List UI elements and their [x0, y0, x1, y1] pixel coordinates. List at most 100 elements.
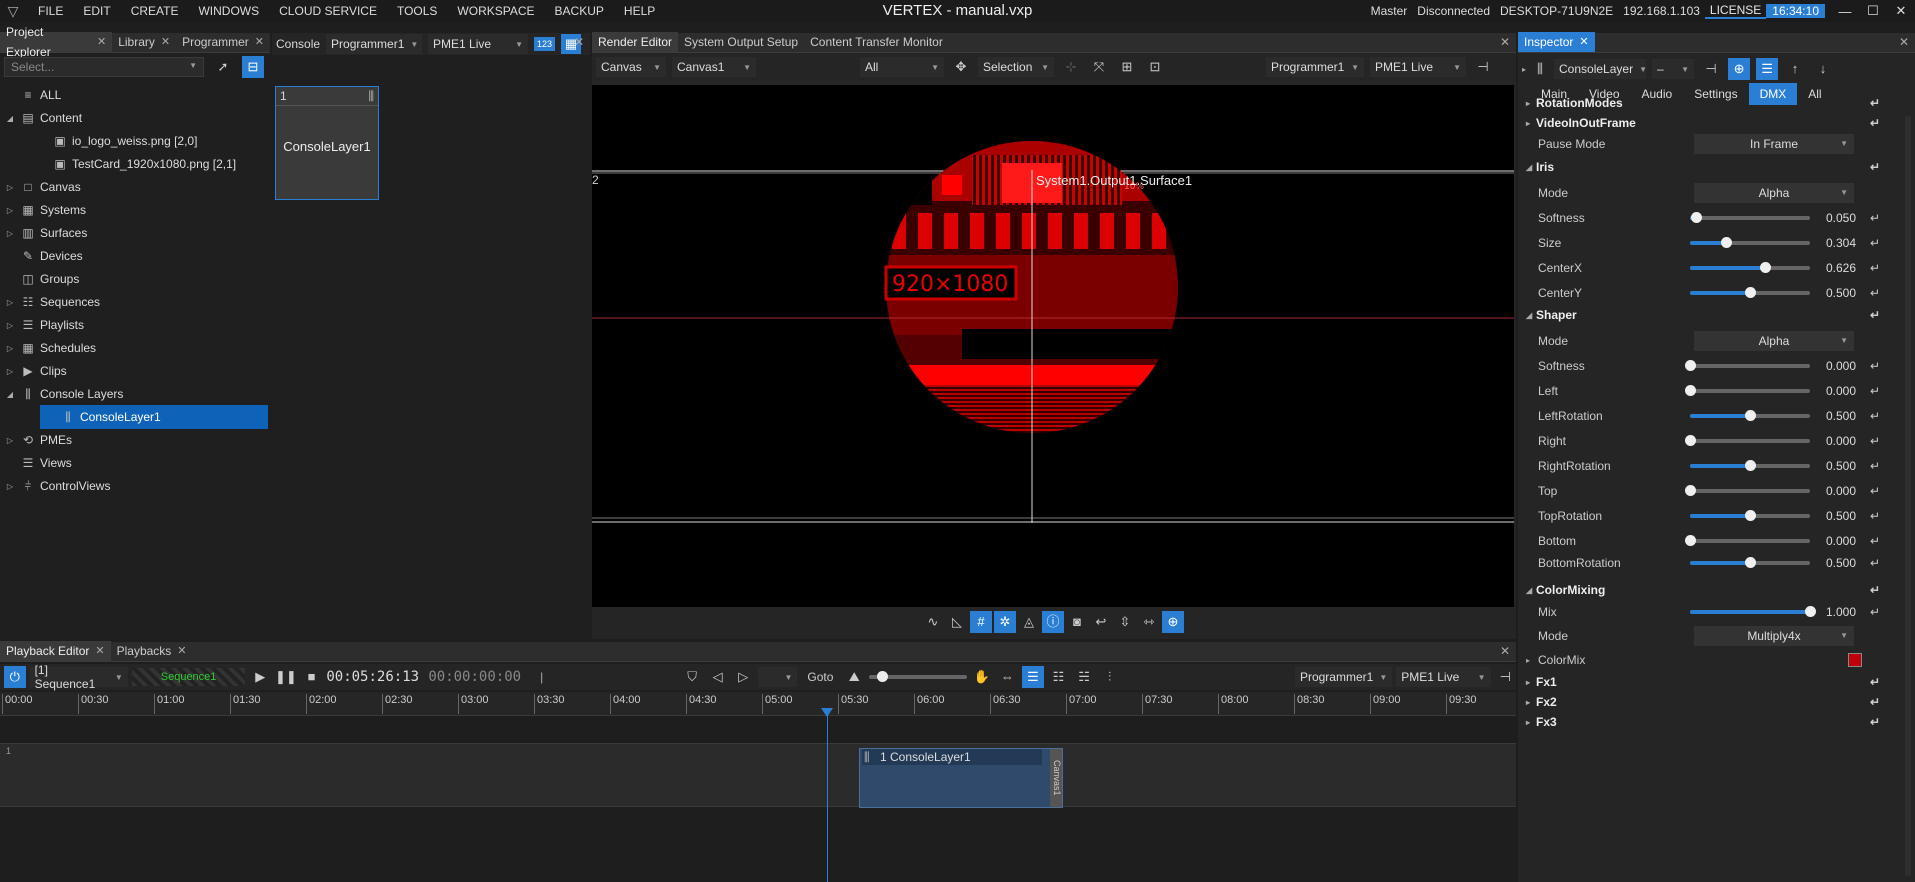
centerx-slider[interactable]	[1690, 262, 1810, 273]
align-icon[interactable]: ⊹	[1060, 56, 1082, 78]
chevron-right-icon[interactable]: ▸	[1526, 718, 1530, 727]
tab-render-editor[interactable]: Render Editor	[592, 32, 679, 52]
pointer-select-icon[interactable]: ➚	[212, 56, 234, 78]
render-pme-dropdown[interactable]: PME1 Live ▼	[1370, 57, 1466, 77]
fit-height-icon[interactable]: ⇳	[1114, 611, 1136, 633]
zoom-slider[interactable]	[868, 671, 967, 682]
reset-icon[interactable]: ↵	[1870, 409, 1880, 423]
tree-item-surfaces[interactable]: ▷ ▥ Surfaces	[0, 221, 268, 245]
close-tab-icon[interactable]: ✕	[95, 641, 104, 661]
timeline-track[interactable]: 1	[0, 743, 1516, 807]
waveform-icon[interactable]: ∿	[922, 611, 944, 633]
tab-inspector[interactable]: Inspector ✕	[1518, 32, 1595, 52]
menu-workspace[interactable]: WORKSPACE	[447, 0, 544, 22]
mode-dropdown[interactable]: Multiply4x ▼	[1694, 626, 1854, 646]
sequence-dropdown[interactable]: [1] Sequence1 ▼	[29, 663, 128, 691]
chevron-right-icon[interactable]: ▸	[1526, 698, 1530, 707]
tree-item-consolelayer1[interactable]: ⫼ ConsoleLayer1	[40, 405, 268, 429]
reset-icon[interactable]: ↵	[1870, 160, 1880, 174]
chevron-down-icon[interactable]: ◢	[1526, 311, 1532, 320]
prop-value[interactable]: 0.000	[1818, 359, 1856, 373]
mask-icon[interactable]: ◬	[1018, 611, 1040, 633]
reset-icon[interactable]: ↵	[1870, 484, 1880, 498]
prop-value[interactable]: 0.050	[1818, 211, 1856, 225]
close-panel-icon[interactable]: ✕	[1899, 35, 1909, 49]
tree-item-io-logo-weiss-png-2-0-[interactable]: ▣ io_logo_weiss.png [2,0]	[0, 129, 268, 153]
top-slider[interactable]	[1685, 485, 1810, 496]
menu-windows[interactable]: WINDOWS	[188, 0, 269, 22]
tree-item-console-layers[interactable]: ◢ ⫼ Console Layers	[0, 382, 268, 406]
close-tab-icon[interactable]: ✕	[161, 32, 170, 52]
numbered-view-button[interactable]: 123	[534, 37, 556, 51]
selection-mode-dropdown[interactable]: Selection ▼	[978, 57, 1054, 77]
next-cue-icon[interactable]: ▷	[732, 666, 754, 688]
move-icon[interactable]: ✥	[950, 56, 972, 78]
reset-icon[interactable]: ↵	[1870, 261, 1880, 275]
undo-icon[interactable]: ↩	[1090, 611, 1112, 633]
menu-edit[interactable]: EDIT	[73, 0, 120, 22]
menu-tools[interactable]: TOOLS	[387, 0, 447, 22]
mode-dropdown[interactable]: Alpha ▼	[1694, 331, 1854, 351]
timeline-clip[interactable]: ⫼ 1 ConsoleLayer1 Canvas1	[859, 748, 1063, 808]
marker-icon[interactable]: ⛉	[681, 666, 703, 688]
tree-item-canvas[interactable]: ▷ □ Canvas	[0, 175, 268, 199]
section-fx3[interactable]: ▸ Fx3 ↵	[1518, 712, 1900, 732]
view-dropdown[interactable]: Canvas ▼	[596, 57, 666, 77]
prop-value[interactable]: 0.000	[1818, 534, 1856, 548]
expand-arrow-icon[interactable]: ▷	[4, 367, 16, 376]
goto-button[interactable]: Goto	[801, 670, 839, 684]
reset-icon[interactable]: ↵	[1870, 286, 1880, 300]
chevron-down-icon[interactable]: ◢	[1526, 163, 1532, 172]
menu-backup[interactable]: BACKUP	[545, 0, 614, 22]
reset-icon[interactable]: ↵	[1870, 509, 1880, 523]
render-viewport[interactable]: 920×1080 10% System1.Output1.Surface1 2	[592, 85, 1514, 607]
reset-icon[interactable]: ↵	[1870, 359, 1880, 373]
prop-value[interactable]: 0.500	[1818, 459, 1856, 473]
close-panel-icon[interactable]: ✕	[1500, 35, 1510, 49]
tab-system-output-setup[interactable]: System Output Setup	[678, 32, 804, 52]
menu-file[interactable]: FILE	[28, 0, 73, 22]
tab-playback-editor[interactable]: Playback Editor ✕	[0, 641, 111, 661]
cue-dropdown[interactable]: ▼	[758, 667, 798, 687]
prop-value[interactable]: 0.000	[1818, 384, 1856, 398]
fit-width-icon[interactable]: ⇿	[1138, 611, 1160, 633]
stop-icon[interactable]: ■	[301, 666, 323, 688]
reset-icon[interactable]: ↵	[1870, 605, 1880, 619]
close-tab-icon[interactable]: ✕	[177, 641, 186, 661]
reset-icon[interactable]: ↵	[1870, 534, 1880, 548]
pin-icon[interactable]: ⊣	[1495, 666, 1517, 688]
grid-icon[interactable]: #	[970, 611, 992, 633]
tab-playbacks[interactable]: Playbacks ✕	[111, 641, 193, 661]
close-tab-icon[interactable]: ✕	[1579, 32, 1588, 52]
tree-item-controlviews[interactable]: ▷ ⫩ ControlViews	[0, 474, 268, 498]
reset-icon[interactable]: ↵	[1870, 695, 1880, 709]
close-tab-icon[interactable]: ✕	[255, 32, 264, 52]
expand-arrow-icon[interactable]: ◢	[4, 114, 16, 123]
pme-dropdown[interactable]: PME1 Live ▼	[428, 34, 529, 54]
inspector-scrollbar[interactable]	[1905, 116, 1911, 876]
reset-icon[interactable]: ↵	[1870, 116, 1880, 130]
uv-icon[interactable]: ⊞	[1116, 56, 1138, 78]
inspector-object-dropdown[interactable]: ConsoleLayer ▼	[1554, 59, 1647, 79]
timeline-ruler[interactable]: 00:00 00:30 01:00 01:30 02:00 02:30 03:00 03:30…	[0, 692, 1516, 716]
playhead-line[interactable]	[827, 710, 828, 882]
tree-item-clips[interactable]: ▷ ▶ Clips	[0, 359, 268, 383]
softness-slider[interactable]	[1690, 212, 1810, 223]
hand-icon[interactable]: ✋	[971, 666, 993, 688]
tree-item-all[interactable]: ≡ ALL	[0, 83, 268, 107]
size-slider[interactable]	[1690, 237, 1810, 248]
expand-arrow-icon[interactable]: ▷	[4, 321, 16, 330]
inspector-index-dropdown[interactable]: – ▼	[1652, 59, 1695, 79]
expand-arrow-icon[interactable]: ◢	[4, 390, 16, 399]
reset-icon[interactable]: ↵	[1870, 308, 1880, 322]
tab-content-transfer-monitor[interactable]: Content Transfer Monitor	[804, 32, 949, 52]
explorer-search-input[interactable]: Select... ▼	[4, 57, 204, 77]
prop-value[interactable]: 0.000	[1818, 434, 1856, 448]
expand-arrow-icon[interactable]: ▷	[4, 206, 16, 215]
softness-slider[interactable]	[1685, 360, 1810, 371]
tree-select-icon[interactable]: ⊟	[242, 56, 264, 78]
transform-icon[interactable]: ⤧	[1088, 56, 1110, 78]
tree-item-pmes[interactable]: ▷ ⟲ PMEs	[0, 428, 268, 452]
close-panel-icon[interactable]: ✕	[574, 35, 584, 49]
mix-slider[interactable]	[1690, 606, 1816, 617]
